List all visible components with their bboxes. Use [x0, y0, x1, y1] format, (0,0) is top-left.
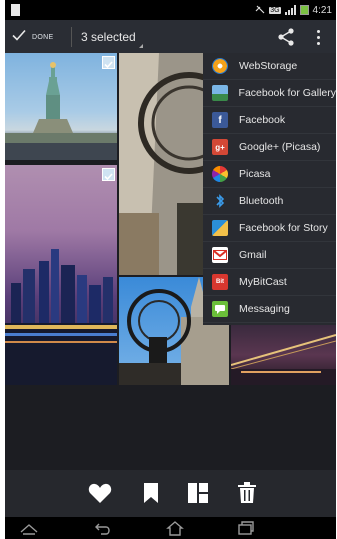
google-plus-icon: g+	[212, 139, 228, 155]
network-type-badge: 3G	[269, 6, 281, 14]
city-night-skyline-photo[interactable]	[5, 165, 117, 385]
messaging-icon	[212, 301, 228, 317]
bottom-toolbar	[5, 470, 336, 517]
share-google-plus[interactable]: g+ Google+ (Picasa)	[203, 134, 336, 161]
gallery-icon	[212, 85, 228, 101]
webstorage-icon	[212, 58, 228, 74]
mybitcast-icon: Bit	[212, 274, 228, 290]
share-gmail[interactable]: Gmail	[203, 242, 336, 269]
chevron-up-icon	[20, 524, 38, 535]
share-facebook[interactable]: f Facebook	[203, 107, 336, 134]
selected-checkbox[interactable]	[102, 168, 115, 181]
done-label: DONE	[32, 33, 54, 41]
bridge-night-photo[interactable]	[231, 325, 336, 385]
share-facebook-gallery[interactable]: Facebook for Gallery	[203, 80, 336, 107]
divider	[71, 27, 72, 47]
sculpture-illustration	[119, 53, 203, 275]
delete-icon	[238, 482, 256, 503]
share-icon	[278, 28, 294, 46]
selection-count: 3 selected	[81, 30, 136, 44]
mute-icon	[255, 4, 265, 17]
nav-up-button[interactable]	[19, 520, 39, 536]
action-bar: DONE 3 selected	[5, 20, 336, 53]
nav-home-button[interactable]	[165, 520, 185, 536]
share-mybitcast[interactable]: Bit MyBitCast	[203, 269, 336, 296]
skyline-illustration	[5, 249, 117, 385]
atlas-sculpture-sky-photo[interactable]	[119, 53, 203, 275]
bluetooth-icon	[212, 193, 228, 209]
selected-checkbox[interactable]	[102, 56, 115, 69]
recents-icon	[238, 521, 254, 535]
share-facebook-story[interactable]: Facebook for Story	[203, 215, 336, 242]
signal-icon	[284, 5, 296, 15]
bridge-illustration	[231, 334, 336, 385]
story-icon	[212, 220, 228, 236]
favorite-button[interactable]	[87, 480, 113, 506]
app-frame: 3G 4:21 DONE 3 selected WebStorage Faceb…	[5, 0, 336, 539]
dropdown-triangle-icon	[139, 44, 143, 48]
share-button[interactable]	[275, 26, 297, 48]
status-right: 3G 4:21	[255, 2, 332, 18]
share-picasa[interactable]: Picasa	[203, 161, 336, 188]
share-bluetooth[interactable]: Bluetooth	[203, 188, 336, 215]
navigation-bar	[5, 517, 336, 539]
back-icon	[95, 523, 110, 535]
facebook-icon: f	[212, 112, 228, 128]
done-button[interactable]: DONE	[11, 24, 69, 50]
home-icon	[166, 521, 184, 536]
share-menu: WebStorage Facebook for Gallery f Facebo…	[203, 53, 336, 325]
status-bar: 3G 4:21	[5, 0, 336, 20]
share-webstorage[interactable]: WebStorage	[203, 53, 336, 80]
gmail-icon	[212, 247, 228, 263]
overflow-menu-button[interactable]	[311, 26, 325, 48]
delete-button[interactable]	[234, 480, 260, 506]
share-messaging[interactable]: Messaging	[203, 296, 336, 323]
bookmark-button[interactable]	[138, 480, 164, 506]
favorite-icon	[88, 483, 112, 503]
collage-icon	[188, 483, 208, 503]
statue-illustration	[5, 62, 117, 160]
collage-button[interactable]	[185, 480, 211, 506]
nav-recents-button[interactable]	[236, 520, 256, 536]
nav-back-button[interactable]	[93, 520, 113, 536]
clock: 4:21	[312, 4, 332, 16]
check-icon	[11, 27, 27, 48]
bookmark-icon	[144, 483, 158, 503]
picasa-icon	[212, 166, 228, 182]
statue-of-liberty-photo[interactable]	[5, 53, 117, 160]
notification-icon	[11, 4, 20, 16]
battery-icon	[299, 5, 309, 15]
